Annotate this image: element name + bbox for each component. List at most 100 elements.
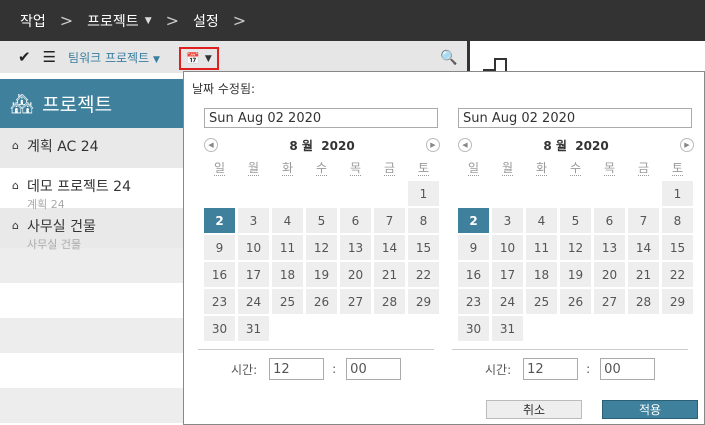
list-icon[interactable]: ☰ (43, 48, 56, 66)
day-cell[interactable]: 5 (306, 208, 337, 233)
day-cell[interactable]: 20 (340, 262, 371, 287)
view-filter-dropdown[interactable]: 팀워크 프로젝트 ▼ (68, 49, 160, 66)
day-cell[interactable]: 4 (272, 208, 303, 233)
day-cell[interactable]: 26 (560, 289, 591, 314)
check-icon[interactable]: ✔ (18, 48, 31, 66)
day-cell[interactable]: 10 (238, 235, 269, 260)
date-filter-button[interactable]: 📅 ▼ (179, 47, 219, 70)
day-cell[interactable]: 14 (374, 235, 405, 260)
day-cell[interactable]: 25 (272, 289, 303, 314)
day-cell[interactable]: 29 (408, 289, 439, 314)
day-cell[interactable]: 19 (306, 262, 337, 287)
day-cell[interactable]: 9 (458, 235, 489, 260)
project-item[interactable]: ⌂ 데모 프로젝트 24 계획 24 (0, 168, 183, 211)
weekday-label: 월 (247, 161, 260, 176)
day-cell[interactable]: 15 (408, 235, 439, 260)
day-cell[interactable]: 1 (408, 181, 439, 206)
day-cell[interactable]: 3 (492, 208, 523, 233)
calendar-end: Sun Aug 02 2020 ◀ 8 월 2020 ▶ 일월화수목금토123456… (458, 108, 694, 341)
day-cell[interactable]: 20 (594, 262, 625, 287)
weekday-label: 금 (383, 161, 396, 176)
popup-label: 날짜 수정됨: (192, 82, 256, 96)
date-input[interactable]: Sun Aug 02 2020 (204, 108, 438, 128)
breadcrumb-work[interactable]: 작업 (20, 11, 46, 31)
day-cell[interactable]: 4 (526, 208, 557, 233)
day-cell[interactable]: 27 (594, 289, 625, 314)
day-cell[interactable]: 19 (560, 262, 591, 287)
next-month-icon[interactable]: ▶ (680, 138, 694, 152)
day-cell[interactable]: 7 (374, 208, 405, 233)
day-cell[interactable]: 30 (204, 316, 235, 341)
day-cell[interactable]: 6 (340, 208, 371, 233)
day-cell[interactable]: 15 (662, 235, 693, 260)
day-cell[interactable]: 16 (458, 262, 489, 287)
day-cell[interactable]: 28 (628, 289, 659, 314)
day-cell[interactable]: 11 (526, 235, 557, 260)
day-cell[interactable]: 2 (458, 208, 489, 233)
day-cell[interactable]: 1 (662, 181, 693, 206)
day-cell[interactable]: 23 (458, 289, 489, 314)
search-icon[interactable]: 🔍 (440, 50, 457, 66)
apply-button[interactable]: 적용 (602, 400, 698, 419)
weekday-label: 일 (213, 161, 226, 176)
day-cell[interactable]: 10 (492, 235, 523, 260)
day-cell[interactable]: 31 (238, 316, 269, 341)
breadcrumb-settings[interactable]: 설정 (193, 11, 219, 31)
day-cell[interactable]: 5 (560, 208, 591, 233)
day-cell[interactable]: 21 (628, 262, 659, 287)
empty-cell (204, 181, 235, 206)
prev-month-icon[interactable]: ◀ (204, 138, 218, 152)
day-cell[interactable]: 18 (526, 262, 557, 287)
day-cell[interactable]: 17 (492, 262, 523, 287)
minute-input[interactable]: 00 (600, 358, 656, 380)
day-cell[interactable]: 28 (374, 289, 405, 314)
day-cell[interactable]: 7 (628, 208, 659, 233)
date-input[interactable]: Sun Aug 02 2020 (458, 108, 692, 128)
day-cell[interactable]: 13 (340, 235, 371, 260)
day-cell[interactable]: 13 (594, 235, 625, 260)
day-cell[interactable]: 22 (408, 262, 439, 287)
day-cell[interactable]: 21 (374, 262, 405, 287)
breadcrumb-projects[interactable]: 프로젝트 ▼ (87, 11, 151, 31)
day-cell[interactable]: 31 (492, 316, 523, 341)
day-cell[interactable]: 24 (238, 289, 269, 314)
day-cell[interactable]: 8 (408, 208, 439, 233)
day-cell[interactable]: 17 (238, 262, 269, 287)
day-cell[interactable]: 16 (204, 262, 235, 287)
empty-cell (272, 181, 303, 206)
empty-cell (374, 181, 405, 206)
day-cell[interactable]: 26 (306, 289, 337, 314)
chevron-right-icon: > (59, 11, 74, 30)
day-cell[interactable]: 6 (594, 208, 625, 233)
date-range-popup: 날짜 수정됨: Sun Aug 02 2020 ◀ 8 월 2020 ▶ 일월화수목… (183, 71, 705, 425)
next-month-icon[interactable]: ▶ (426, 138, 440, 152)
house-icon: ⌂ (12, 179, 19, 192)
day-cell[interactable]: 27 (340, 289, 371, 314)
empty-cell (238, 181, 269, 206)
day-cell[interactable]: 3 (238, 208, 269, 233)
day-cell[interactable]: 25 (526, 289, 557, 314)
day-cell[interactable]: 18 (272, 262, 303, 287)
day-cell[interactable]: 11 (272, 235, 303, 260)
cancel-button[interactable]: 취소 (486, 400, 582, 419)
weekday-label: 토 (671, 161, 684, 176)
day-cell[interactable]: 24 (492, 289, 523, 314)
day-cell[interactable]: 8 (662, 208, 693, 233)
day-cell[interactable]: 14 (628, 235, 659, 260)
day-cell[interactable]: 30 (458, 316, 489, 341)
day-cell[interactable]: 22 (662, 262, 693, 287)
project-item[interactable]: ⌂ 계획 AC 24 (0, 128, 183, 168)
project-icon (483, 58, 509, 73)
day-cell[interactable]: 12 (306, 235, 337, 260)
project-item[interactable]: ⌂ 사무실 건물 사무실 건물 (0, 208, 183, 251)
day-cell[interactable]: 9 (204, 235, 235, 260)
day-cell[interactable]: 29 (662, 289, 693, 314)
prev-month-icon[interactable]: ◀ (458, 138, 472, 152)
hour-input[interactable]: 12 (269, 358, 325, 380)
minute-input[interactable]: 00 (346, 358, 402, 380)
day-cell[interactable]: 2 (204, 208, 235, 233)
day-cell[interactable]: 12 (560, 235, 591, 260)
hour-input[interactable]: 12 (523, 358, 579, 380)
panel-divider[interactable] (467, 41, 470, 73)
day-cell[interactable]: 23 (204, 289, 235, 314)
